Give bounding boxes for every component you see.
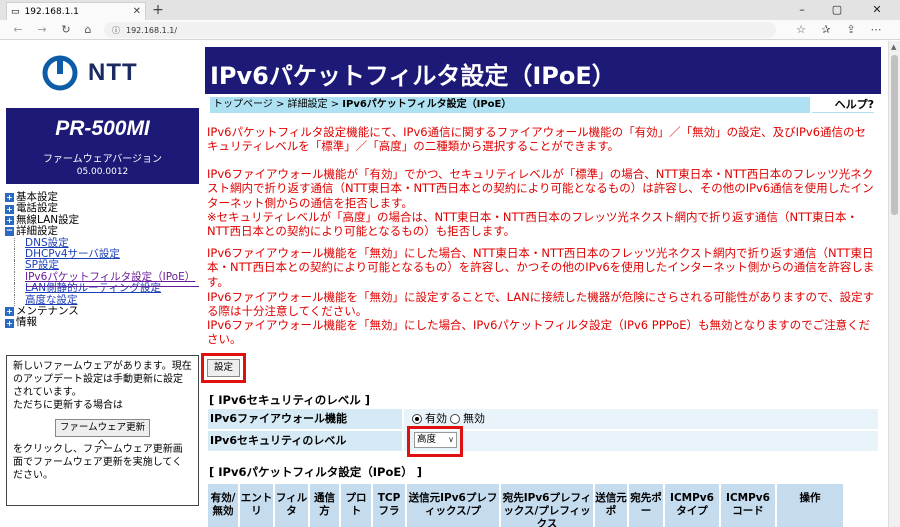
new-tab-icon[interactable]: + [150, 2, 166, 18]
scroll-thumb[interactable] [891, 55, 898, 215]
address-bar[interactable]: ⓘ 192.168.1.1/ [104, 22, 776, 38]
page-scrollbar[interactable]: ▲ [888, 41, 900, 527]
menu-label: 詳細設定 [16, 225, 58, 238]
model-name: PR-500MI [55, 117, 150, 140]
menu-item-advanced[interactable]: − 詳細設定 [5, 225, 205, 238]
browser-tabbar: ▭ 192.168.1.1 ✕ + – ▢ ✕ [0, 0, 900, 20]
submenu-link[interactable]: LAN側静的ルーティング設定 [25, 282, 161, 294]
firewall-row: IPv6ファイアウォール機能 有効 無効 [208, 409, 878, 429]
filter-table-header: 有効/無効 エントリ フィルタ 通信方 プロト TCPフラ 送信元IPv6プレフ… [208, 484, 878, 527]
submenu-link[interactable]: 高度な設定 [25, 294, 78, 306]
header-cell: 送信元ポ [595, 484, 627, 527]
security-level-label: IPv6セキュリティのレベル [208, 431, 404, 451]
back-icon[interactable]: ← [10, 22, 26, 38]
header-cell: プロト [341, 484, 371, 527]
plus-icon: + [5, 307, 14, 317]
header-cell: ICMPv6タイプ [665, 484, 719, 527]
close-window-icon[interactable]: ✕ [860, 0, 894, 20]
description-4: IPv6ファイアウォール機能を「無効」にした場合、NTT東日本・NTT西日本のフ… [207, 246, 875, 289]
address-text: 192.168.1.1/ [126, 25, 178, 35]
breadcrumb: トップページ > 詳細設定 > IPv6パケットフィルタ設定（IPoE） [210, 97, 810, 113]
description-2: IPv6ファイアウォール機能が「有効」でかつ、セキュリティレベルが「標準」の場合… [207, 167, 874, 210]
plus-icon: + [5, 216, 14, 226]
header-cell: フィルタ [275, 484, 308, 527]
ntt-logo: NTT [40, 55, 138, 91]
header-cell: ICMPv6コード [721, 484, 775, 527]
enable-radio[interactable] [412, 414, 422, 424]
disable-label[interactable]: 無効 [463, 409, 485, 429]
info-icon: ⓘ [112, 25, 120, 35]
minus-icon: − [5, 226, 14, 237]
description-1: IPv6パケットフィルタ設定機能にて、IPv6通信に関するファイアウォール機能の… [207, 125, 867, 154]
submenu-item-static-routing[interactable]: LAN側静的ルーティング設定 [5, 282, 205, 296]
favorites-list-icon[interactable]: ✰ [818, 22, 834, 38]
logo-text: NTT [88, 59, 138, 86]
maximize-icon[interactable]: ▢ [820, 0, 854, 20]
plus-icon: + [5, 318, 14, 328]
browser-tab[interactable]: ▭ 192.168.1.1 ✕ [6, 2, 146, 20]
favorites-star-icon[interactable]: ☆ [793, 22, 809, 38]
menu-item-info[interactable]: + 情報 [5, 317, 205, 328]
set-button-highlight: 設定 [201, 353, 246, 383]
ntt-logo-icon [42, 55, 78, 91]
security-level-select[interactable]: 高度 ∨ [414, 432, 457, 448]
select-value: 高度 [417, 434, 437, 445]
help-link[interactable]: ヘルプ? [812, 97, 874, 113]
minimize-icon[interactable]: – [785, 0, 819, 20]
chevron-down-icon: ∨ [448, 435, 454, 444]
breadcrumb-prefix: トップページ > 詳細設定 > [213, 99, 343, 110]
disable-radio[interactable] [450, 414, 460, 424]
close-tab-icon[interactable]: ✕ [133, 6, 141, 17]
header-cell: TCPフラ [373, 484, 405, 527]
firewall-label: IPv6ファイアウォール機能 [208, 409, 404, 429]
notice-text-3: をクリックし、ファームウェア更新画面でファームウェア更新を実施してください。 [13, 444, 183, 481]
set-button[interactable]: 設定 [207, 359, 240, 377]
firmware-notice: 新しいファームウェアがあります。現在のアップデート設定は手動更新に設定されていま… [6, 355, 199, 506]
page-icon: ▭ [11, 6, 20, 17]
forward-icon[interactable]: → [34, 22, 50, 38]
browser-toolbar: ← → ↻ ⌂ ⓘ 192.168.1.1/ ☆ ✰ ⇪ ⋯ [0, 20, 900, 40]
notice-text-2: ただちに更新する場合は [13, 400, 123, 411]
header-cell: 宛先ポー [629, 484, 663, 527]
firewall-options: 有効 無効 [404, 409, 878, 429]
firmware-label: ファームウェアバージョン [42, 154, 163, 165]
header-cell: 送信元IPv6プレフィックス/プ [407, 484, 499, 527]
header-cell: 通信方 [310, 484, 339, 527]
description-5: IPv6ファイアウォール機能を「無効」に設定することで、LANに接続した機器が危… [207, 290, 875, 319]
more-icon[interactable]: ⋯ [868, 22, 884, 38]
description-3: ※セキュリティレベルが「高度」の場合は、NTT東日本・NTT西日本のフレッツ光ネ… [207, 210, 858, 239]
firmware-version: 05.00.0012 [76, 167, 129, 177]
model-box: PR-500MI ファームウェアバージョン 05.00.0012 [6, 108, 199, 184]
breadcrumb-current: IPv6パケットフィルタ設定（IPoE） [342, 99, 512, 110]
description-6: IPv6ファイアウォール機能を「無効」にした場合、IPv6パケットフィルタ設定（… [207, 318, 871, 347]
header-cell: 宛先IPv6プレフィックス/プレフィックス [501, 484, 593, 527]
sidebar-menu: + 基本設定 + 電話設定 + 無線LAN設定 − 詳細設定 DNS設定 DHCPv4サ… [5, 191, 205, 329]
notice-text-1: 新しいファームウェアがあります。現在のアップデート設定は手動更新に設定されていま… [13, 361, 192, 398]
plus-icon: + [5, 204, 14, 214]
submenu-item-advanced-settings[interactable]: 高度な設定 [5, 294, 205, 307]
security-section-title: [ IPv6セキュリティのレベル ] [209, 393, 371, 407]
menu-label: 情報 [16, 316, 37, 329]
header-cell: 有効/無効 [208, 484, 238, 527]
share-icon[interactable]: ⇪ [843, 22, 859, 38]
reload-icon[interactable]: ↻ [58, 22, 74, 38]
scroll-up-icon[interactable]: ▲ [891, 43, 896, 51]
firmware-update-button[interactable]: ファームウェア更新へ [55, 419, 150, 449]
home-icon[interactable]: ⌂ [80, 22, 96, 38]
security-level-cell [404, 431, 878, 451]
security-level-row: IPv6セキュリティのレベル [208, 431, 878, 451]
tab-title: 192.168.1.1 [24, 6, 79, 17]
filter-section-title: [ IPv6パケットフィルタ設定（IPoE） ] [209, 465, 422, 479]
security-level-highlight: 高度 ∨ [407, 426, 463, 457]
page-title: IPv6パケットフィルタ設定（IPoE） [205, 47, 881, 94]
header-cell: 操作 [777, 484, 843, 527]
header-cell: エントリ [240, 484, 273, 527]
plus-icon: + [5, 193, 14, 203]
current-menu-underline [26, 286, 199, 287]
